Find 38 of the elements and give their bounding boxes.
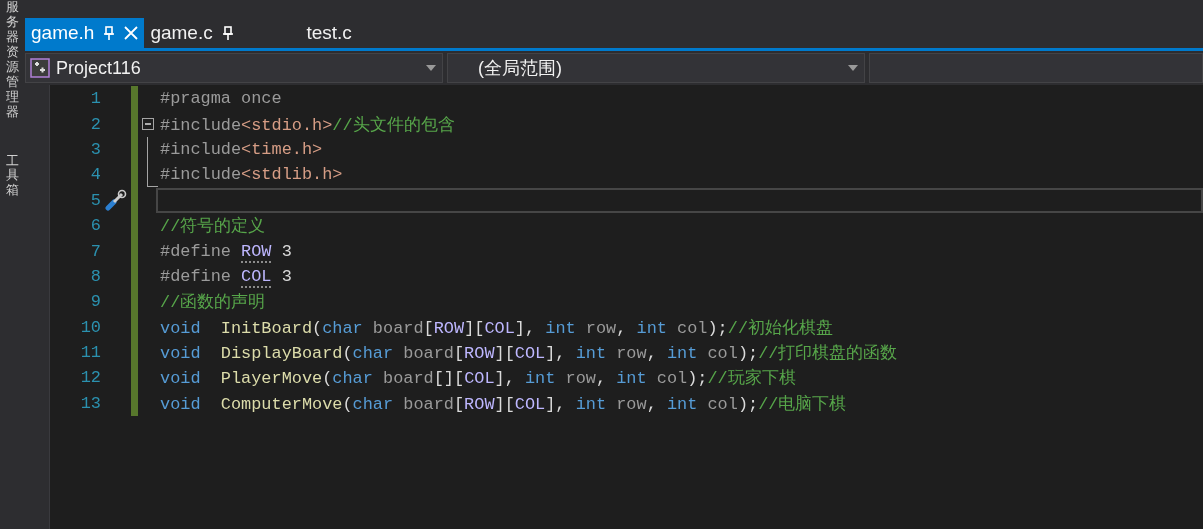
line-number: 4 bbox=[89, 165, 101, 185]
code-line: #define ROW 3 bbox=[160, 241, 292, 261]
code-line: #include<time.h> bbox=[160, 139, 323, 159]
side-panel-tab[interactable]: 服务器资源管理器 bbox=[5, 0, 19, 120]
line-number: 12 bbox=[79, 368, 101, 388]
file-tab[interactable]: game.h bbox=[25, 18, 145, 48]
code-line: void InitBoard(char board[ROW][COL], int row, int col);//初始化棋盘 bbox=[160, 317, 834, 339]
dropdown-arrow-icon bbox=[426, 65, 436, 71]
line-number: 13 bbox=[79, 393, 101, 413]
file-tab[interactable]: game.c bbox=[144, 18, 263, 48]
line-number: 1 bbox=[89, 89, 101, 109]
line-number: 7 bbox=[89, 241, 101, 261]
code-line: void ComputerMove(char board[ROW][COL], int row, int col);//电脑下棋 bbox=[160, 393, 847, 415]
line-number: 10 bbox=[79, 317, 101, 337]
code-line: //符号的定义 bbox=[160, 215, 266, 238]
code-line: #include<stdio.h>//头文件的包含 bbox=[160, 114, 455, 136]
line-number: 3 bbox=[89, 139, 101, 159]
screwdriver-icon[interactable] bbox=[105, 189, 127, 212]
side-panel-tab[interactable]: 工具箱 bbox=[5, 153, 19, 199]
collapse-icon[interactable] bbox=[142, 118, 154, 131]
project-dropdown[interactable]: Project116 bbox=[25, 53, 443, 83]
close-icon[interactable] bbox=[124, 26, 139, 40]
code-line: #include<stdlib.h> bbox=[160, 165, 343, 185]
line-number: 2 bbox=[89, 114, 101, 134]
scope-dropdown[interactable]: (全局范围) bbox=[447, 53, 865, 83]
dropdown-arrow-icon bbox=[848, 65, 858, 71]
line-number: 9 bbox=[89, 292, 101, 312]
code-line: void DisplayBoard(char board[ROW][COL], int row, int col);//打印棋盘的函数 bbox=[160, 343, 898, 365]
line-number: 5 bbox=[89, 190, 101, 210]
line-number: 11 bbox=[79, 343, 101, 363]
file-tab[interactable]: test.c bbox=[262, 18, 381, 48]
code-line: #define COL 3 bbox=[160, 266, 292, 286]
line-number: 6 bbox=[89, 216, 101, 236]
code-line: void PlayerMove(char board[][COL], int row, int col);//玩家下棋 bbox=[160, 367, 796, 390]
code-line: #pragma once bbox=[160, 89, 282, 109]
line-number: 8 bbox=[89, 266, 101, 286]
project-icon bbox=[30, 58, 50, 78]
code-line: //函数的声明 bbox=[160, 292, 266, 314]
